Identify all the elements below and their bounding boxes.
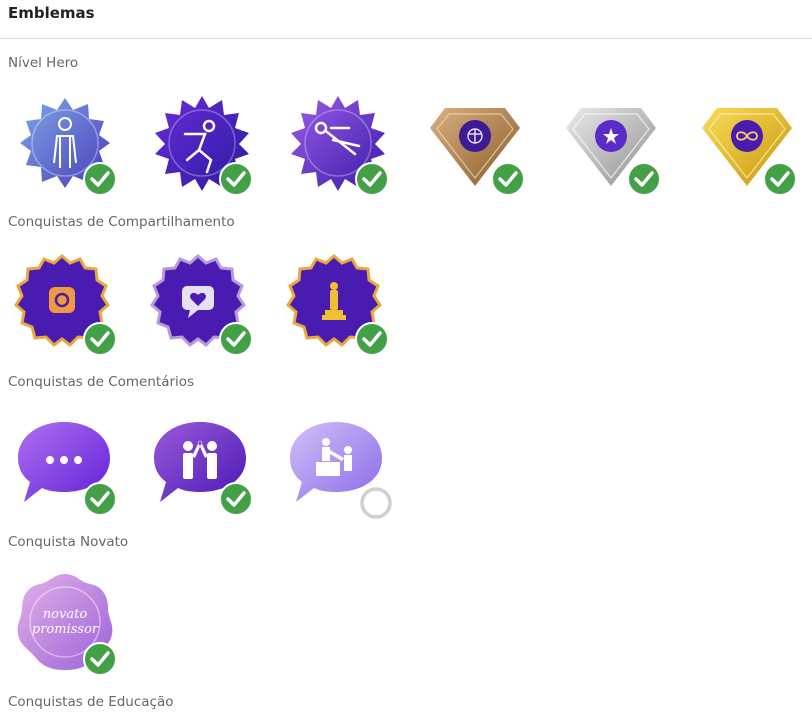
section-title-nivel-hero: Nível Hero — [8, 55, 79, 71]
check-icon — [627, 162, 661, 196]
dots-icon — [46, 456, 82, 464]
check-icon — [83, 322, 117, 356]
section-title-educacao: Conquistas de Educação — [8, 694, 174, 710]
badge-text-line1: novato — [43, 607, 88, 622]
section-title-novato: Conquista Novato — [8, 534, 129, 550]
check-icon — [83, 162, 117, 196]
section-title-compartilhamento: Conquistas de Compartilhamento — [8, 214, 235, 230]
check-icon — [491, 162, 525, 196]
check-icon — [219, 482, 253, 516]
check-icon — [219, 322, 253, 356]
check-icon — [219, 162, 253, 196]
check-icon — [355, 162, 389, 196]
check-icon — [763, 162, 797, 196]
badge-text-line2: promissor — [32, 622, 99, 637]
page-header: Emblemas — [0, 0, 812, 39]
check-icon — [83, 482, 117, 516]
instagram-icon — [49, 287, 75, 313]
page-title: Emblemas — [8, 4, 95, 22]
unearned-ring-icon — [360, 487, 392, 519]
check-icon — [83, 642, 117, 676]
section-title-comentarios: Conquistas de Comentários — [8, 374, 195, 390]
check-icon — [355, 322, 389, 356]
